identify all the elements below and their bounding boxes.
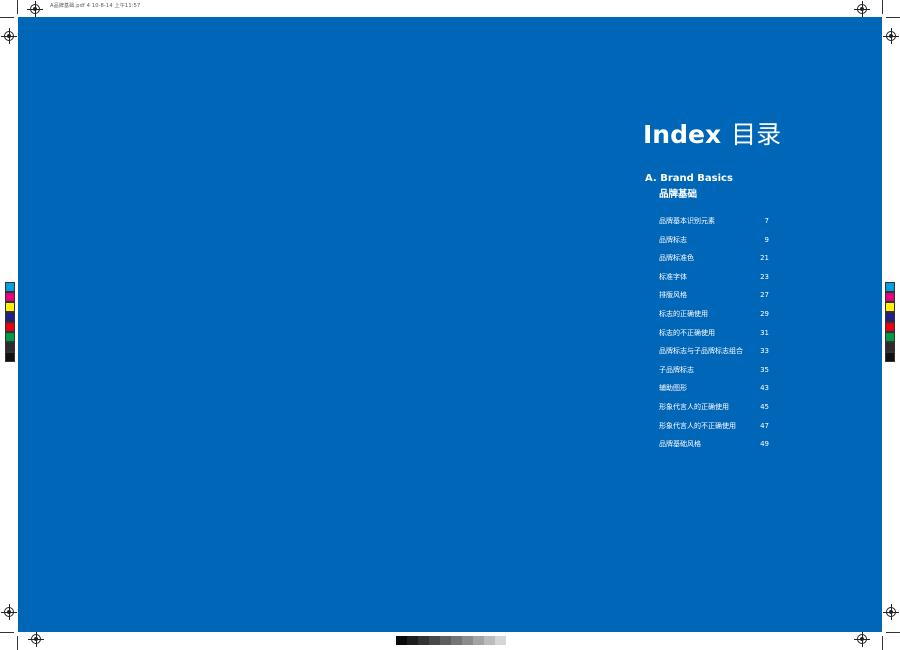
toc-item-label: 排版风格 [659, 291, 687, 300]
toc-item-label: 子品牌标志 [659, 365, 694, 374]
section-heading-en: A. Brand Basics [645, 173, 733, 184]
crop-mark [17, 0, 18, 14]
toc-item[interactable]: 品牌标志与子品牌标志组合 33 [659, 346, 769, 365]
index-title-zh: 目录 [731, 120, 782, 149]
registration-mark-bottom-left [28, 631, 44, 647]
crop-mark [886, 17, 900, 18]
toc-item-label: 标志的正确使用 [659, 309, 708, 318]
color-bar-left [5, 282, 15, 362]
toc-list: 品牌基本识别元素 7 品牌标志 9 品牌标准色 21 标准字体 23 排版风格 27 标志… [659, 216, 769, 458]
registration-mark-right-top [883, 28, 899, 44]
registration-mark-bottom-right [854, 631, 870, 647]
index-title: Index 目录 [643, 115, 781, 151]
section-heading-zh: 品牌基础 [659, 189, 698, 200]
toc-item[interactable]: 品牌标准色 21 [659, 253, 769, 272]
toc-item-label: 品牌基本识别元素 [659, 217, 715, 225]
toc-item-page: 21 [760, 254, 769, 263]
toc-item-page: 35 [760, 365, 769, 374]
toc-item-label: 标准字体 [659, 272, 687, 281]
index-title-en: Index [643, 120, 722, 149]
toc-item-page: 49 [760, 440, 769, 449]
toc-item-page: 33 [760, 347, 769, 356]
toc-item-label: 形象代言人的不正确使用 [659, 421, 736, 430]
toc-item-page: 23 [760, 272, 769, 281]
toc-item[interactable]: 标志的正确使用 29 [659, 309, 769, 328]
registration-mark-top-left [27, 1, 43, 17]
toc-item[interactable]: 排版风格 27 [659, 290, 769, 309]
print-slug: A品牌基础.pdf 4 10-8-14 上午11:57 [50, 3, 141, 9]
toc-item-label: 标志的不正确使用 [659, 328, 715, 337]
crop-mark [17, 636, 18, 650]
toc-item-label: 辅助图形 [659, 384, 687, 393]
toc-item[interactable]: 品牌基本识别元素 7 [659, 216, 769, 235]
toc-item-label: 品牌基础风格 [659, 440, 701, 449]
toc-item[interactable]: 标志的不正确使用 31 [659, 328, 769, 347]
toc-item-page: 29 [760, 309, 769, 318]
toc-item[interactable]: 辅助图形 43 [659, 383, 769, 402]
section-heading: A. Brand Basics 品牌基础 [645, 173, 733, 200]
registration-mark-right-bottom [883, 604, 899, 620]
toc-item-label: 品牌标志 [659, 235, 687, 244]
toc-item[interactable]: 形象代言人的正确使用 45 [659, 402, 769, 421]
toc-item-page: 9 [764, 235, 769, 244]
toc-item-page: 7 [764, 217, 769, 225]
toc-item-label: 品牌标志与子品牌标志组合 [659, 347, 743, 356]
registration-mark-top-right [854, 1, 870, 17]
toc-item-page: 47 [760, 421, 769, 430]
registration-mark-left-top [1, 28, 17, 44]
color-bar-right [885, 282, 895, 362]
crop-mark [882, 0, 883, 14]
toc-item[interactable]: 标准字体 23 [659, 272, 769, 291]
toc-item-page: 27 [760, 291, 769, 300]
crop-mark [882, 636, 883, 650]
toc-item[interactable]: 品牌标志 9 [659, 235, 769, 254]
toc-item-page: 31 [760, 328, 769, 337]
crop-mark [0, 17, 14, 18]
toc-item-page: 45 [760, 402, 769, 411]
toc-item[interactable]: 子品牌标志 35 [659, 365, 769, 384]
crop-mark [886, 632, 900, 633]
toc-item[interactable]: 品牌基础风格 49 [659, 439, 769, 458]
toc-item-label: 品牌标准色 [659, 254, 694, 263]
crop-mark [0, 632, 14, 633]
gray-scale-bar [396, 636, 506, 645]
toc-item-page: 43 [760, 384, 769, 393]
toc-item[interactable]: 形象代言人的不正确使用 47 [659, 421, 769, 440]
registration-mark-left-bottom [1, 604, 17, 620]
toc-item-label: 形象代言人的正确使用 [659, 402, 729, 411]
